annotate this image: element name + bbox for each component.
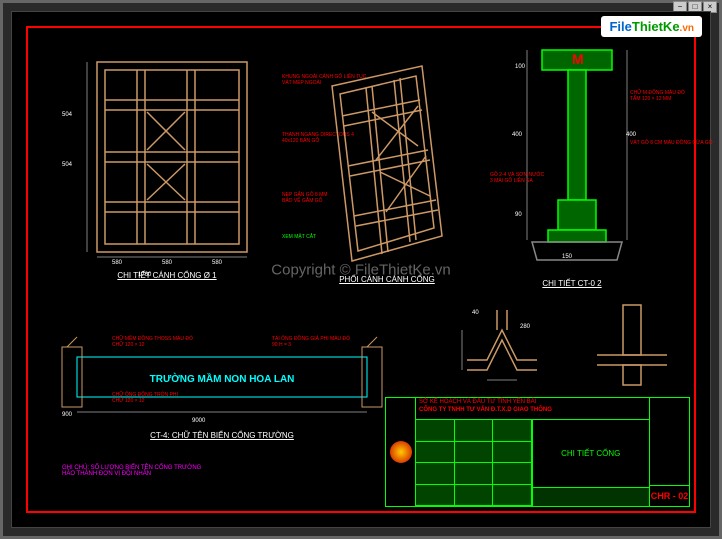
- sign-label: CT-4: CHỮ TÊN BIỂN CỔNG TRƯỜNG: [52, 431, 392, 440]
- annot-s1: CHỮ MỀM ĐỒNG THOSS MÀU ĐỎCHỮ 120 × 12: [112, 336, 193, 348]
- drawing-title: CHI TIẾT CỔNG: [533, 420, 650, 488]
- title-block-signatures: [416, 420, 533, 506]
- dim-d5: 100: [515, 64, 525, 70]
- watermark-logo: FileThietKe.vn: [601, 16, 702, 37]
- logo-prefix: File: [609, 19, 631, 34]
- dim-d6b: 400: [626, 132, 636, 138]
- detail-ct02b-svg: [587, 300, 677, 390]
- title-block-header: SỞ KẾ HOẠCH VÀ ĐẦU TƯ TỈNH YÊN BÁI CÔNG …: [416, 398, 649, 420]
- annot-sec3: GỖ 2-4 VÀ SƠN NƯỚC3 MÀI GỖ LIÊN SA: [490, 172, 544, 184]
- sign-detail-view: TRƯỜNG MẦM NON HOA LAN CT-4: CHỮ TÊN BIỂ…: [52, 332, 392, 440]
- section-ct02-view: M CHI TIẾT CT-0 2: [502, 40, 642, 288]
- logo-suffix: .vn: [680, 23, 694, 34]
- annot-s2: TÁI ÔNG ĐỒNG GIẢ PHI MÀU ĐỎ90 H = 3: [272, 336, 350, 348]
- dim-d19: 40: [472, 310, 479, 316]
- dim-d2: 580: [162, 260, 172, 266]
- detail-ct01-svg: [457, 300, 547, 390]
- gate-elevation-view: CHI TIẾT CÁNH CỔNG Ø 1: [67, 52, 267, 280]
- section-ct02-label: CHI TIẾT CT-0 2: [502, 279, 642, 288]
- company-logo-icon: [390, 441, 412, 463]
- drawing-number-cell: CHR - 02: [649, 398, 689, 506]
- gate-3d-label: PHỐI CÁNH CÁNH CỔNG: [312, 275, 462, 284]
- annot-a4: XEM MẶT CẮT: [282, 234, 316, 240]
- dim-d6: 400: [512, 132, 522, 138]
- drawing-number: CHR - 02: [650, 486, 689, 506]
- dim-d13: 150: [562, 254, 572, 260]
- dim-d1: 580: [112, 260, 122, 266]
- dim-d20: 280: [520, 324, 530, 330]
- gate-elevation-label: CHI TIẾT CÁNH CỔNG Ø 1: [67, 271, 267, 280]
- detail-ct01-view: CHI TIẾT CT-0 1: [457, 300, 552, 408]
- svg-text:M: M: [572, 51, 584, 67]
- annot-s3: CHỮ ÔNG ĐỒNG TRÒN PHICHỮ 120 × 12: [112, 392, 178, 404]
- drawing-canvas[interactable]: FileThietKe.vn Copyright © FileThietKe.v…: [11, 11, 711, 528]
- dim-d4: 504: [62, 112, 72, 118]
- dim-d16: 9000: [192, 418, 205, 424]
- dim-d3: 580: [212, 260, 222, 266]
- gate-elevation-svg: [67, 52, 267, 262]
- org-line-1: SỞ KẾ HOẠCH VÀ ĐẦU TƯ TỈNH YÊN BÁI: [419, 399, 646, 407]
- app-window: − □ × FileThietKe.vn Copyright © FileThi…: [0, 0, 722, 539]
- org-line-2: CÔNG TY TNHH TƯ VẤN Đ.T.X.D GIAO THÔNG: [419, 407, 646, 415]
- dim-d7: 90: [515, 212, 522, 218]
- dim-d11: 900: [62, 412, 72, 418]
- detail-ct02b-view: CHI TIẾT CT-0 2: [587, 300, 677, 408]
- dim-d10: 1760: [138, 272, 151, 278]
- sign-text: TRƯỜNG MẦM NON HOA LAN: [150, 372, 295, 385]
- gate-3d-svg: [312, 56, 462, 266]
- drawing-subtitle: [533, 488, 650, 506]
- logo-main: ThietKe: [632, 19, 680, 34]
- title-block: SỞ KẾ HOẠCH VÀ ĐẦU TƯ TỈNH YÊN BÁI CÔNG …: [385, 397, 690, 507]
- title-block-logo: [386, 398, 416, 506]
- annot-sec2: VÁT GỖ 8 CM MÀU ĐỒNG CỬA GỖ: [630, 140, 713, 146]
- gate-3d-view: PHỐI CÁNH CÁNH CỔNG: [312, 56, 462, 284]
- drawing-notes: GHI CHÚ: SỐ LƯỢNG BIỂN TÊN CỔNG TRƯỜNGHÃ…: [62, 465, 201, 477]
- section-ct02-svg: M: [502, 40, 642, 270]
- annot-sec1: CHỮ M ĐỒNG MÀU ĐỎTẤM 120 × 12 MM: [630, 90, 685, 102]
- dim-d4b: 504: [62, 162, 72, 168]
